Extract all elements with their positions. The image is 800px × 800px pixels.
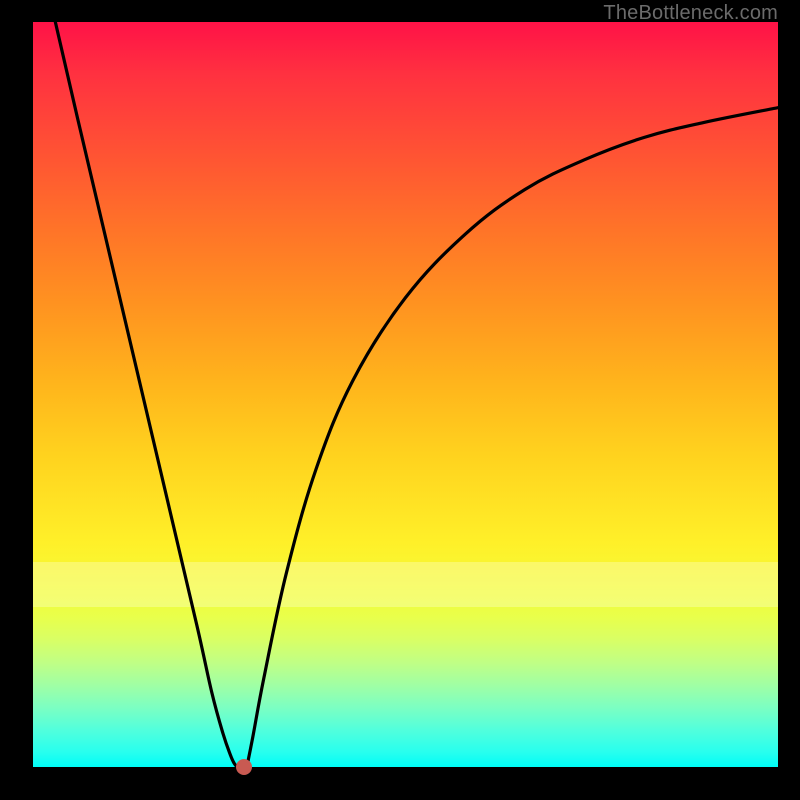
curve-svg (33, 22, 778, 767)
plot-area (33, 22, 778, 767)
chart-frame: TheBottleneck.com (0, 0, 800, 800)
curve-right-branch (247, 108, 778, 767)
curve-left-branch (55, 22, 237, 767)
minimum-marker-dot (236, 759, 252, 775)
